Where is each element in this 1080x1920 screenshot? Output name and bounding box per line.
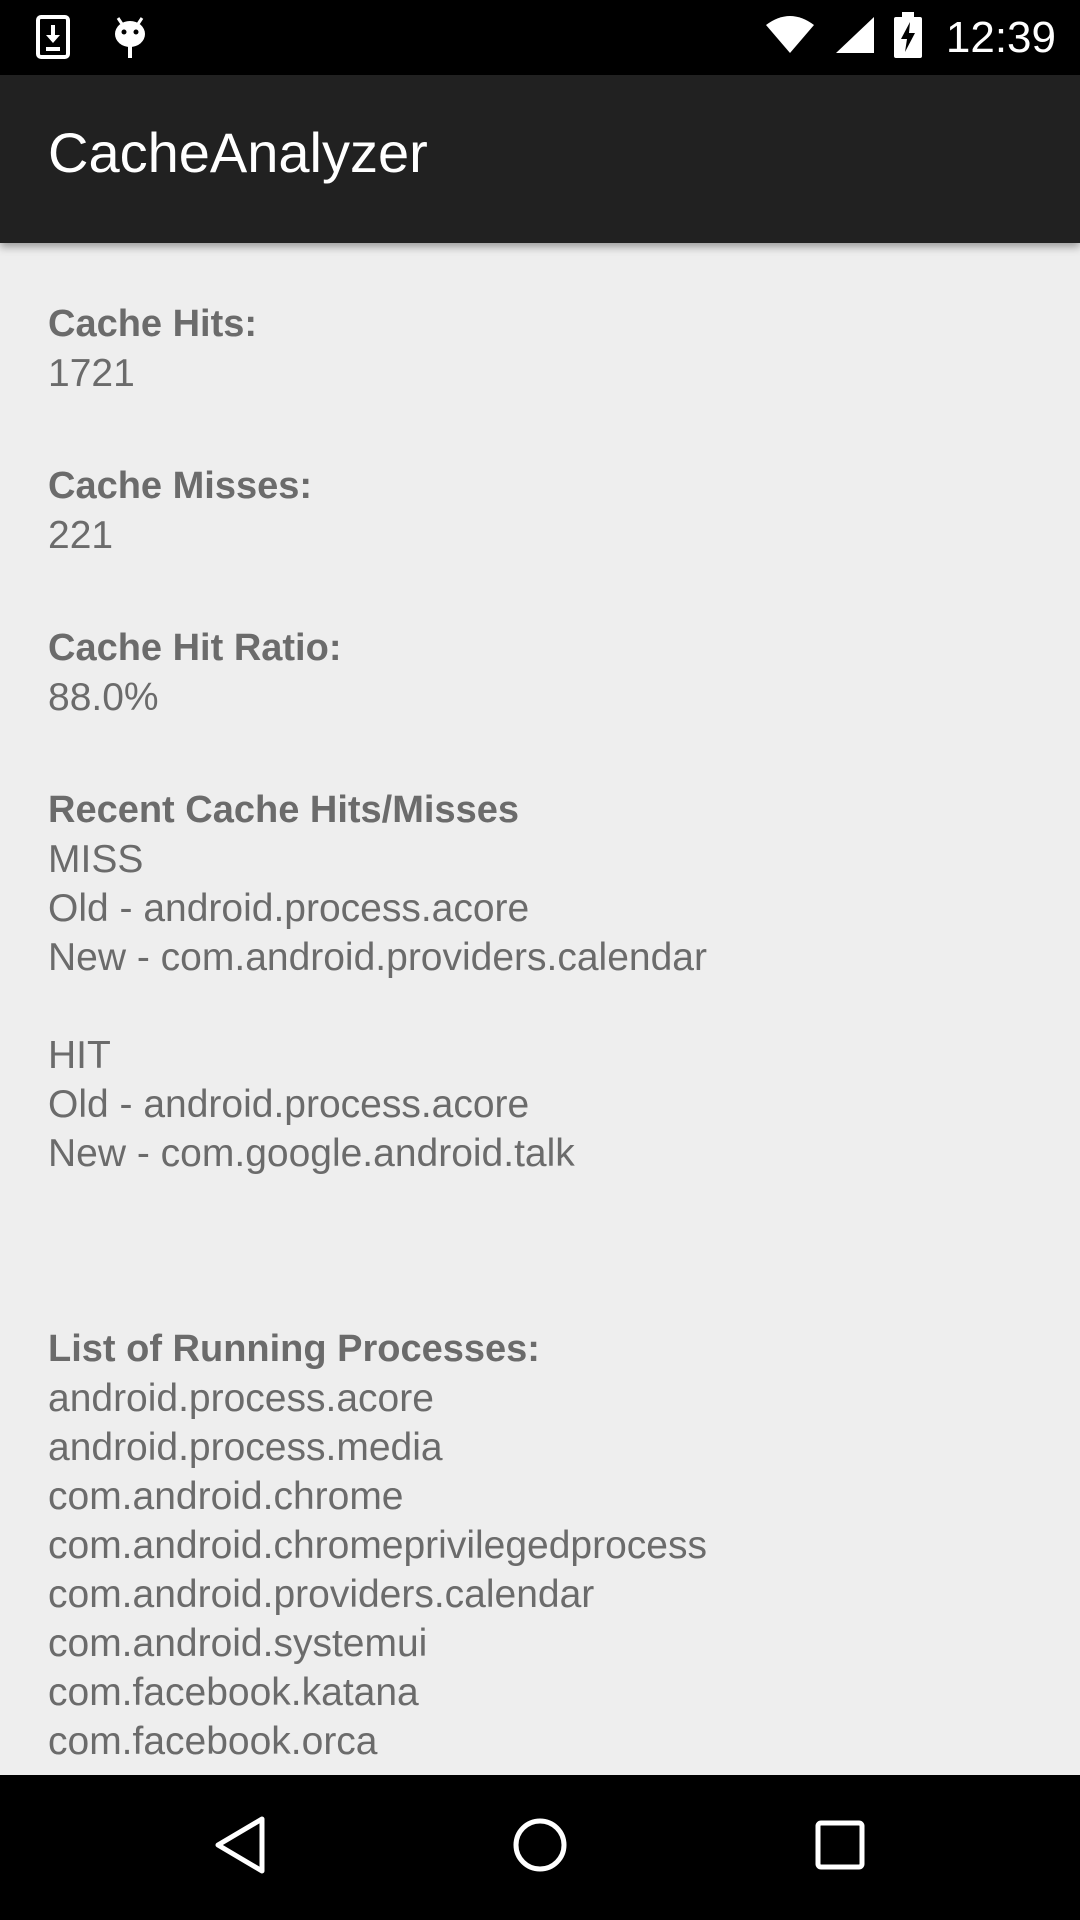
status-bar: 12:39 [0,0,1080,75]
navigation-bar [0,1775,1080,1920]
process-item: android.process.media [48,1426,443,1469]
cache-hit-ratio-label: Cache Hit Ratio: [48,627,342,669]
process-item: com.facebook.orca [48,1720,378,1763]
recent-entry-new: New - com.google.android.talk [48,1132,575,1175]
entry-spacer [48,982,1048,1031]
recent-entries: MISS Old - android.process.acore New - c… [48,835,1048,1178]
app-bar: CacheAnalyzer [0,75,1080,243]
recent-entry-old: Old - android.process.acore [48,1083,530,1126]
android-debug-icon [112,14,148,65]
recent-entry-new: New - com.android.providers.calendar [48,936,707,979]
process-item: com.android.providers.calendar [48,1573,595,1616]
process-item: com.android.chrome [48,1475,404,1518]
notification-icons [36,14,148,65]
process-item: com.android.chromeprivilegedprocess [48,1524,707,1567]
main-content[interactable]: Cache Hits: 1721 Cache Misses: 221 Cache… [48,250,1048,1775]
back-icon [212,1815,268,1880]
cache-hits-value: 1721 [48,352,135,395]
app-title: CacheAnalyzer [48,121,428,184]
process-item: android.process.acore [48,1377,434,1420]
recents-icon [814,1819,866,1876]
home-icon [510,1815,570,1880]
home-button[interactable] [460,1775,620,1920]
processes-section: List of Running Processes: android.proce… [48,1325,1048,1766]
recents-button[interactable] [760,1775,920,1920]
cache-misses-value: 221 [48,514,114,557]
cell-signal-icon [834,15,876,60]
process-item: com.android.systemui [48,1622,428,1665]
recent-label: Recent Cache Hits/Misses [48,789,519,831]
cache-hit-ratio-section: Cache Hit Ratio: 88.0% [48,624,1048,722]
cache-hits-label: Cache Hits: [48,303,258,345]
back-button[interactable] [160,1775,320,1920]
system-status-icons: 12:39 [764,0,1056,75]
processes-label: List of Running Processes: [48,1328,540,1370]
cache-hits-section: Cache Hits: 1721 [48,300,1048,398]
recent-entry-result: MISS [48,838,144,881]
cache-misses-label: Cache Misses: [48,465,313,507]
status-time: 12:39 [945,12,1056,62]
recent-entry-old: Old - android.process.acore [48,887,530,930]
wifi-icon [764,15,816,60]
cache-misses-section: Cache Misses: 221 [48,462,1048,560]
battery-charging-icon [893,12,922,63]
process-item: com.facebook.katana [48,1671,419,1714]
download-icon [36,15,70,64]
recent-section: Recent Cache Hits/Misses MISS Old - andr… [48,786,1048,1178]
process-list: android.process.acore android.process.me… [48,1374,1048,1766]
recent-entry-result: HIT [48,1034,111,1077]
cache-hit-ratio-value: 88.0% [48,676,159,719]
